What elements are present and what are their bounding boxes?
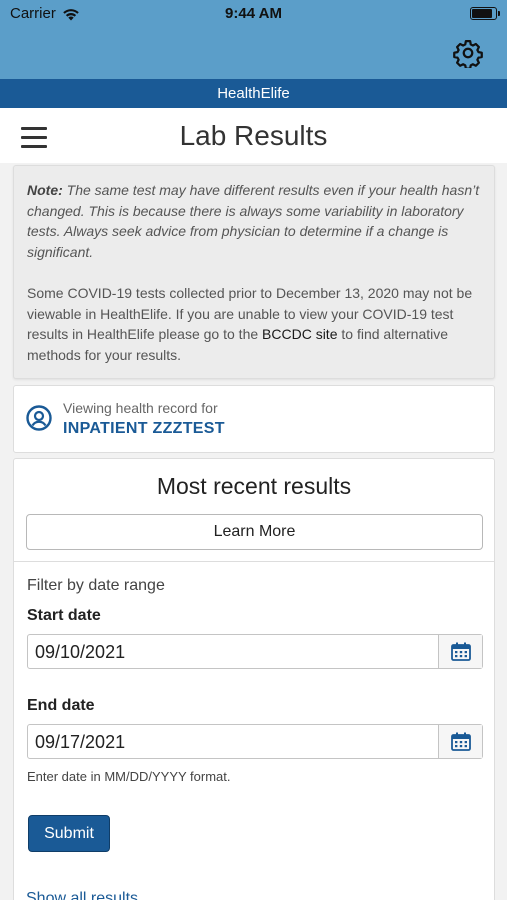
results-card: Most recent results Learn More Filter by…: [13, 458, 495, 900]
start-date-value: 09/10/2021: [35, 642, 126, 662]
show-all-results-link[interactable]: Show all results: [26, 890, 138, 900]
variability-note: Note: The same test may have different r…: [27, 180, 481, 262]
clock: 9:44 AM: [225, 5, 282, 22]
battery-icon: [470, 7, 500, 20]
covid-note: Some COVID-19 tests collected prior to D…: [27, 283, 481, 365]
lab-results-page: Lab Results Note: The same test may have…: [0, 108, 507, 900]
record-label: Viewing health record for: [63, 400, 218, 416]
patient-name: INPATIENT ZZZTEST: [63, 420, 225, 437]
filter-label: Filter by date range: [27, 577, 165, 594]
note-label: Note:: [27, 182, 63, 198]
calendar-icon: [450, 732, 471, 751]
divider: [14, 561, 494, 562]
end-date-calendar-button[interactable]: [438, 725, 482, 758]
submit-button[interactable]: Submit: [28, 815, 110, 852]
bccdc-link[interactable]: BCCDC site: [262, 326, 337, 342]
page-header: Lab Results: [0, 108, 507, 163]
start-date-label: Start date: [27, 607, 101, 624]
note-text: The same test may have different results…: [27, 182, 480, 260]
end-date-field[interactable]: 09/17/2021: [27, 724, 483, 759]
gear-icon[interactable]: [453, 38, 483, 68]
top-navigation-bar: Carrier 9:44 AM: [0, 0, 507, 79]
note-panel: Note: The same test may have different r…: [13, 165, 495, 379]
start-date-calendar-button[interactable]: [438, 635, 482, 668]
calendar-icon: [450, 642, 471, 661]
learn-more-button[interactable]: Learn More: [26, 514, 483, 550]
start-date-field[interactable]: 09/10/2021: [27, 634, 483, 669]
end-date-label: End date: [27, 697, 95, 714]
page-title: Lab Results: [179, 120, 328, 151]
health-record-card: Viewing health record for INPATIENT ZZZT…: [13, 385, 495, 453]
status-bar: Carrier 9:44 AM: [0, 0, 507, 28]
app-brand-bar: HealthElife: [0, 79, 507, 108]
date-format-hint: Enter date in MM/DD/YYYY format.: [27, 769, 231, 784]
results-title: Most recent results: [156, 473, 352, 499]
user-circle-icon: [26, 405, 52, 431]
end-date-value: 09/17/2021: [35, 732, 126, 752]
